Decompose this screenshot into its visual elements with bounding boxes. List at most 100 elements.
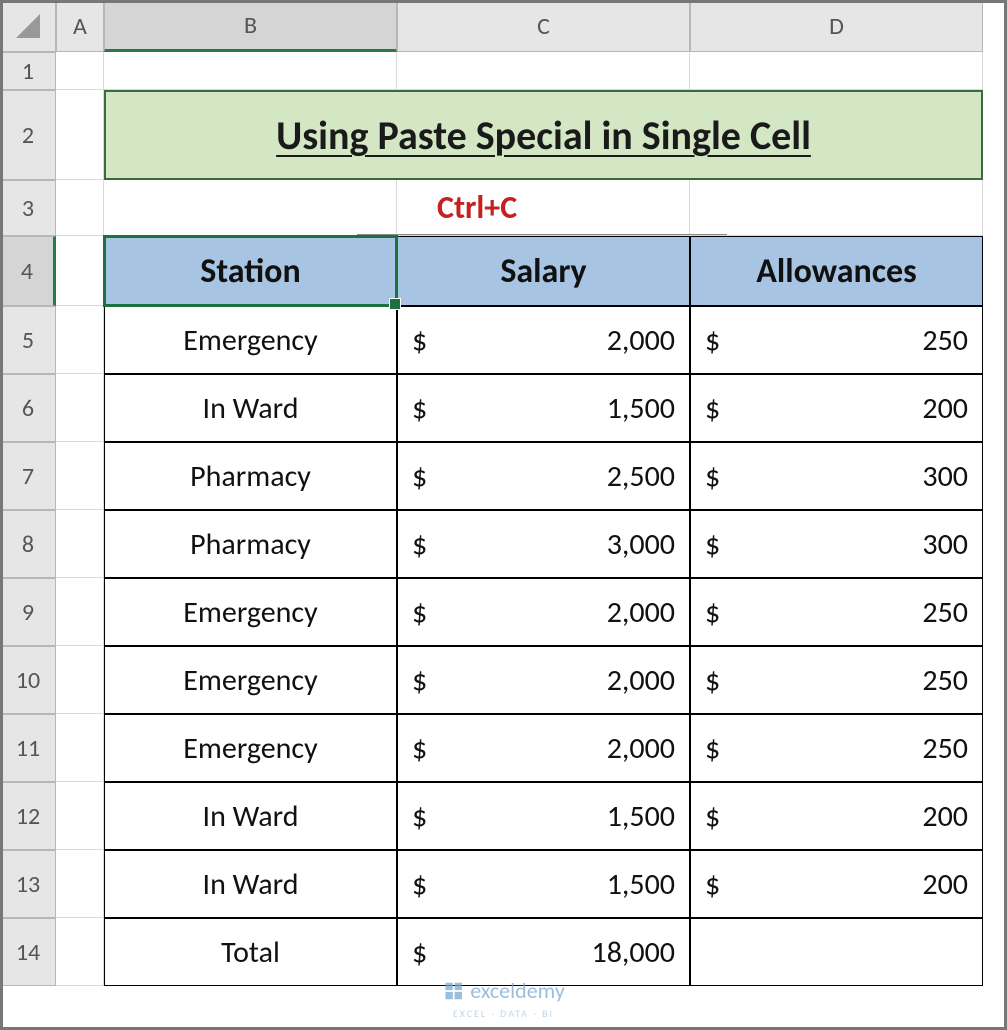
- cell-A4[interactable]: [56, 236, 104, 306]
- cell-A13[interactable]: [56, 850, 104, 918]
- cell-station[interactable]: Emergency: [104, 646, 397, 714]
- cell-allowances[interactable]: $250: [690, 646, 983, 714]
- cell-total-salary[interactable]: $18,000: [397, 918, 690, 986]
- row-header-9[interactable]: 9: [0, 578, 56, 646]
- cell-allowances[interactable]: $250: [690, 306, 983, 374]
- currency-symbol: $: [412, 730, 427, 767]
- col-header-B[interactable]: B: [104, 0, 397, 52]
- cell-A10[interactable]: [56, 646, 104, 714]
- currency-symbol: $: [705, 390, 720, 427]
- cell-salary[interactable]: $2,000: [397, 306, 690, 374]
- cell-A9[interactable]: [56, 578, 104, 646]
- cell-salary[interactable]: $2,000: [397, 714, 690, 782]
- salary-value: 2,000: [607, 662, 675, 699]
- allow-value: 200: [922, 390, 968, 427]
- cell-allowances[interactable]: $250: [690, 714, 983, 782]
- cell-salary[interactable]: $2,000: [397, 646, 690, 714]
- salary-value: 2,000: [607, 594, 675, 631]
- row-header-11[interactable]: 11: [0, 714, 56, 782]
- cell-B1[interactable]: [104, 52, 397, 90]
- cell-station[interactable]: In Ward: [104, 374, 397, 442]
- allow-value: 300: [922, 526, 968, 563]
- select-all-cell[interactable]: [0, 0, 56, 52]
- cell-salary[interactable]: $1,500: [397, 782, 690, 850]
- currency-symbol: $: [705, 730, 720, 767]
- row-header-7[interactable]: 7: [0, 442, 56, 510]
- row-header-13[interactable]: 13: [0, 850, 56, 918]
- cell-allowances[interactable]: $250: [690, 578, 983, 646]
- cell-salary[interactable]: $2,500: [397, 442, 690, 510]
- cell-salary[interactable]: $3,000: [397, 510, 690, 578]
- cell-station[interactable]: Emergency: [104, 714, 397, 782]
- cell-A14[interactable]: [56, 918, 104, 986]
- cell-salary[interactable]: $1,500: [397, 374, 690, 442]
- cell-station[interactable]: In Ward: [104, 782, 397, 850]
- salary-value: 1,500: [607, 798, 675, 835]
- annotation-text: Ctrl+C: [437, 188, 517, 227]
- allow-value: 250: [922, 322, 968, 359]
- col-header-C[interactable]: C: [397, 0, 690, 52]
- cell-allowances[interactable]: $200: [690, 850, 983, 918]
- row-header-10[interactable]: 10: [0, 646, 56, 714]
- allow-value: 250: [922, 662, 968, 699]
- cell-A2[interactable]: [56, 90, 104, 180]
- currency-symbol: $: [705, 798, 720, 835]
- cell-allowances[interactable]: $200: [690, 374, 983, 442]
- cell-station[interactable]: Emergency: [104, 306, 397, 374]
- currency-symbol: $: [705, 526, 720, 563]
- cell-allowances[interactable]: $300: [690, 442, 983, 510]
- currency-symbol: $: [705, 866, 720, 903]
- row-header-2[interactable]: 2: [0, 90, 56, 180]
- allow-value: 200: [922, 866, 968, 903]
- table-header-station[interactable]: Station: [104, 236, 397, 306]
- salary-value: 3,000: [607, 526, 675, 563]
- cell-total-label[interactable]: Total: [104, 918, 397, 986]
- spreadsheet-grid[interactable]: A B C D 1 2 3 4 5 6 7 8 9 10 11 12 13 14…: [0, 0, 1007, 986]
- title-cell[interactable]: Using Paste Special in Single Cell: [104, 90, 983, 180]
- cell-A11[interactable]: [56, 714, 104, 782]
- row-header-1[interactable]: 1: [0, 52, 56, 90]
- row-header-4[interactable]: 4: [0, 236, 56, 306]
- cell-allowances[interactable]: $200: [690, 782, 983, 850]
- salary-value: 2,500: [607, 458, 675, 495]
- salary-value: 2,000: [607, 730, 675, 767]
- row-header-12[interactable]: 12: [0, 782, 56, 850]
- cell-station[interactable]: Pharmacy: [104, 510, 397, 578]
- cell-A1[interactable]: [56, 52, 104, 90]
- cell-B3[interactable]: [104, 180, 397, 236]
- allow-value: 300: [922, 458, 968, 495]
- row-header-3[interactable]: 3: [0, 180, 56, 236]
- annotation-ctrl-c: Ctrl+C: [397, 180, 690, 236]
- table-header-allowances[interactable]: Allowances: [690, 236, 983, 306]
- cell-station[interactable]: Emergency: [104, 578, 397, 646]
- cell-D1[interactable]: [690, 52, 983, 90]
- table-header-salary[interactable]: Salary: [397, 236, 690, 306]
- cell-D3[interactable]: [690, 180, 983, 236]
- col-header-D[interactable]: D: [690, 0, 983, 52]
- currency-symbol: $: [705, 594, 720, 631]
- cell-A7[interactable]: [56, 442, 104, 510]
- salary-value: 1,500: [607, 866, 675, 903]
- cell-A12[interactable]: [56, 782, 104, 850]
- cell-station[interactable]: In Ward: [104, 850, 397, 918]
- cell-A5[interactable]: [56, 306, 104, 374]
- row-header-8[interactable]: 8: [0, 510, 56, 578]
- allow-value: 250: [922, 594, 968, 631]
- currency-symbol: $: [412, 934, 427, 971]
- row-header-5[interactable]: 5: [0, 306, 56, 374]
- currency-symbol: $: [412, 662, 427, 699]
- cell-C1[interactable]: [397, 52, 690, 90]
- col-header-A[interactable]: A: [56, 0, 104, 52]
- row-header-6[interactable]: 6: [0, 374, 56, 442]
- cell-total-allowances[interactable]: [690, 918, 983, 986]
- row-header-14[interactable]: 14: [0, 918, 56, 986]
- cell-A8[interactable]: [56, 510, 104, 578]
- cell-A6[interactable]: [56, 374, 104, 442]
- allow-value: 200: [922, 798, 968, 835]
- cell-station[interactable]: Pharmacy: [104, 442, 397, 510]
- cell-A3[interactable]: [56, 180, 104, 236]
- cell-salary[interactable]: $1,500: [397, 850, 690, 918]
- currency-symbol: $: [412, 526, 427, 563]
- cell-allowances[interactable]: $300: [690, 510, 983, 578]
- cell-salary[interactable]: $2,000: [397, 578, 690, 646]
